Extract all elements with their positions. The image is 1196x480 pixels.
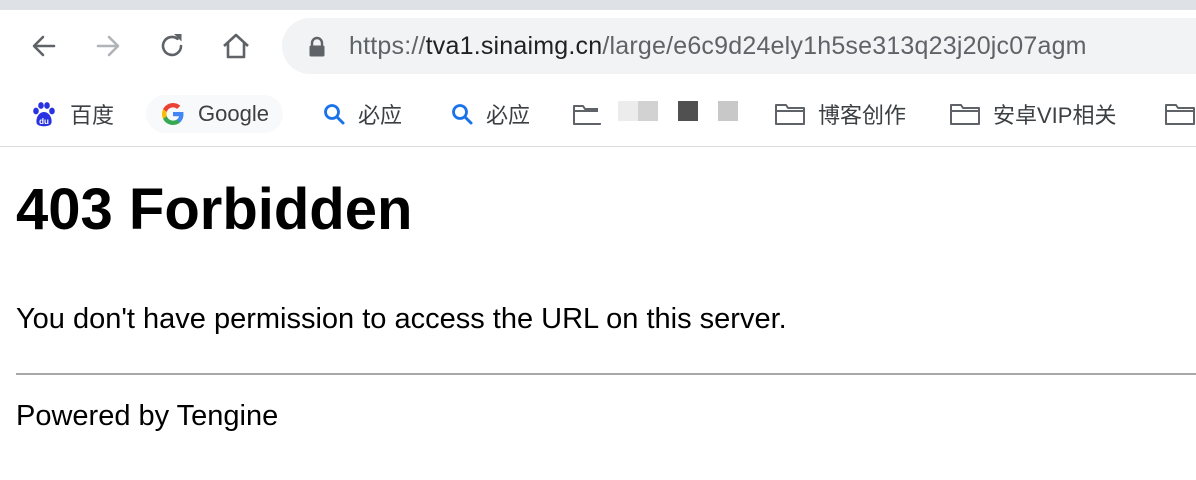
search-icon	[450, 102, 474, 126]
reload-button[interactable]	[153, 27, 191, 65]
server-signature: Powered by Tengine	[16, 400, 279, 432]
bookmark-folder-overflow[interactable]	[1164, 95, 1196, 133]
back-arrow-icon	[32, 35, 56, 57]
bookmarks-bar: du 百度 Google 必应 必应 博客创作 安卓VIP相关	[0, 82, 1196, 147]
obscured-block	[598, 101, 620, 123]
bookmark-label: Google	[198, 101, 269, 126]
obscured-block	[718, 101, 738, 121]
url-scheme: https://	[349, 32, 426, 60]
address-bar[interactable]: https://tva1.sinaimg.cn/large/e6c9d24ely…	[282, 18, 1196, 74]
tab-strip	[0, 0, 1196, 10]
bookmark-bing-1[interactable]: 必应	[322, 95, 402, 133]
bookmark-folder-android-vip[interactable]: 安卓VIP相关	[949, 95, 1116, 133]
folder-icon	[774, 102, 806, 126]
forward-arrow-icon	[96, 35, 120, 57]
folder-icon	[1164, 102, 1196, 126]
bookmark-folder-blog[interactable]: 博客创作	[774, 95, 906, 133]
bookmark-google[interactable]: Google	[146, 95, 283, 133]
obscured-block	[618, 101, 638, 121]
url-host: tva1.sinaimg.cn	[425, 32, 603, 60]
bookmark-label: 博客创作	[818, 103, 907, 128]
folder-icon	[949, 102, 981, 126]
divider	[16, 373, 1196, 375]
google-g-icon	[160, 101, 186, 127]
bookmark-label: 百度	[70, 103, 115, 128]
reload-icon	[161, 34, 183, 57]
lock-icon	[309, 36, 325, 57]
svg-text:du: du	[39, 117, 49, 126]
bookmark-label: 安卓VIP相关	[993, 103, 1117, 128]
url-path: /large/e6c9d24ely1h5se313q23j20jc07agm	[602, 32, 1087, 60]
error-message: You don't have permission to access the …	[16, 303, 787, 335]
page-title: 403 Forbidden	[16, 177, 413, 242]
home-icon	[223, 33, 249, 59]
bookmark-label: 必应	[486, 103, 531, 128]
forward-button[interactable]	[89, 27, 127, 65]
bookmark-baidu[interactable]: du 百度	[30, 95, 114, 133]
obscured-block	[678, 101, 698, 121]
baidu-paw-icon: du	[30, 100, 58, 128]
browser-toolbar: https://tva1.sinaimg.cn/large/e6c9d24ely…	[0, 10, 1196, 82]
bookmark-label: 必应	[358, 103, 403, 128]
obscured-block	[638, 101, 658, 121]
bookmark-bing-2[interactable]: 必应	[450, 95, 530, 133]
search-icon	[322, 102, 346, 126]
url-text: https://tva1.sinaimg.cn/large/e6c9d24ely…	[349, 31, 1087, 61]
home-button[interactable]	[217, 27, 255, 65]
back-button[interactable]	[25, 27, 63, 65]
